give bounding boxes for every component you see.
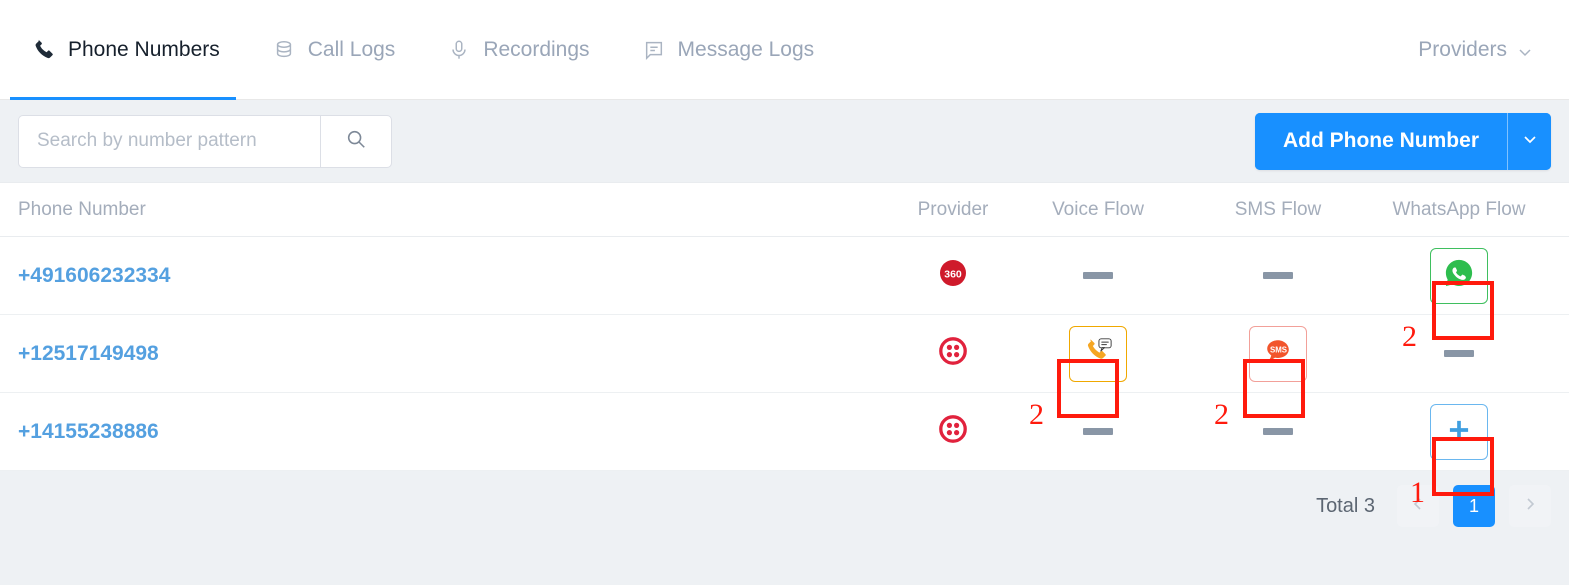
voice-flow-icon xyxy=(1083,336,1113,371)
dash-icon xyxy=(1083,428,1113,435)
tab-phone-numbers[interactable]: Phone Numbers xyxy=(0,0,246,100)
voice-flow-button-row-2[interactable] xyxy=(1069,325,1127,382)
svg-text:SMS: SMS xyxy=(1270,346,1287,355)
tab-label: Phone Numbers xyxy=(68,37,220,61)
provider-cell: 360 xyxy=(898,259,1008,292)
tab-call-logs[interactable]: Call Logs xyxy=(246,0,422,100)
column-header-voice-flow: Voice Flow xyxy=(1052,198,1144,220)
microphone-icon xyxy=(447,38,471,62)
voice-flow-cell xyxy=(1008,272,1188,279)
phone-icon xyxy=(32,38,56,62)
provider-cell xyxy=(898,415,1008,448)
add-phone-number-group: Add Phone Number xyxy=(1254,112,1551,170)
phone-numbers-table: Phone Number Provider Voice Flow SMS Flo… xyxy=(0,182,1569,471)
main-tabbar: Phone Numbers Call Logs Recordings Messa… xyxy=(0,0,1569,100)
table-footer: Total 3 1 xyxy=(0,471,1569,541)
phone-number-link[interactable]: +491606232334 xyxy=(18,264,170,288)
sms-flow-cell: SMS xyxy=(1188,325,1368,382)
table-header-row: Phone Number Provider Voice Flow SMS Flo… xyxy=(0,183,1569,237)
column-header-provider: Provider xyxy=(917,198,989,220)
column-header-whatsapp-flow: WhatsApp Flow xyxy=(1392,198,1526,220)
plus-icon xyxy=(1446,415,1472,449)
phone-number-cell: +491606232334 xyxy=(18,264,898,288)
sms-flow-cell xyxy=(1188,428,1368,435)
pagination-page-1-button[interactable]: 1 xyxy=(1453,485,1495,527)
pagination-next-button[interactable] xyxy=(1509,485,1551,527)
tab-list: Phone Numbers Call Logs Recordings Messa… xyxy=(0,0,840,100)
add-phone-number-dropdown-toggle[interactable] xyxy=(1507,112,1551,170)
svg-text:360: 360 xyxy=(944,269,962,281)
chevron-down-icon xyxy=(1522,131,1538,152)
dash-icon xyxy=(1263,272,1293,279)
database-icon xyxy=(272,38,296,62)
add-phone-number-button[interactable]: Add Phone Number xyxy=(1254,112,1507,170)
table-toolbar: Add Phone Number xyxy=(0,100,1569,182)
add-whatsapp-flow-button-row-3[interactable] xyxy=(1430,403,1488,460)
table-row: +14155238886 xyxy=(0,393,1569,471)
sms-flow-button-row-2[interactable]: SMS xyxy=(1249,325,1307,382)
twilio-logo-icon xyxy=(939,415,967,448)
search-button[interactable] xyxy=(320,114,392,168)
search-icon xyxy=(345,128,367,155)
provider-cell xyxy=(898,337,1008,370)
dash-icon xyxy=(1444,350,1474,357)
phone-number-link[interactable]: +12517149498 xyxy=(18,342,159,366)
message-icon xyxy=(642,38,666,62)
providers-dropdown[interactable]: Providers xyxy=(1418,38,1545,62)
sms-icon: SMS xyxy=(1263,336,1293,371)
voice-flow-cell xyxy=(1008,428,1188,435)
dash-icon xyxy=(1263,428,1293,435)
whatsapp-flow-cell xyxy=(1368,403,1550,460)
chevron-right-icon xyxy=(1522,496,1538,517)
voice-flow-cell xyxy=(1008,325,1188,382)
tab-label: Recordings xyxy=(483,37,590,61)
tab-label: Message Logs xyxy=(677,37,815,61)
whatsapp-flow-cell xyxy=(1368,350,1550,357)
search-group xyxy=(18,114,392,168)
twilio-logo-icon xyxy=(939,337,967,370)
providers-label: Providers xyxy=(1418,37,1507,61)
tab-recordings[interactable]: Recordings xyxy=(421,0,615,100)
dash-icon xyxy=(1083,272,1113,279)
column-header-sms-flow: SMS Flow xyxy=(1234,198,1322,220)
pagination-prev-button[interactable] xyxy=(1397,485,1439,527)
total-count-label: Total 3 xyxy=(1316,494,1375,517)
phone-number-link[interactable]: +14155238886 xyxy=(18,420,159,444)
search-input[interactable] xyxy=(18,114,320,168)
table-row: +12517149498 SMS xyxy=(0,315,1569,393)
table-row: +491606232334 360 xyxy=(0,237,1569,315)
phone-number-cell: +12517149498 xyxy=(18,342,898,366)
360dialog-logo-icon: 360 xyxy=(939,259,967,292)
tab-message-logs[interactable]: Message Logs xyxy=(616,0,841,100)
column-header-phone-number: Phone Number xyxy=(18,198,146,220)
whatsapp-flow-cell xyxy=(1368,247,1550,304)
sms-flow-cell xyxy=(1188,272,1368,279)
whatsapp-icon xyxy=(1444,258,1474,293)
tab-label: Call Logs xyxy=(307,37,396,61)
chevron-left-icon xyxy=(1410,496,1426,517)
chevron-down-icon xyxy=(1517,42,1533,58)
whatsapp-flow-button-row-1[interactable] xyxy=(1430,247,1488,304)
phone-number-cell: +14155238886 xyxy=(18,420,898,444)
phone-numbers-page: Phone Numbers Call Logs Recordings Messa… xyxy=(0,0,1569,585)
